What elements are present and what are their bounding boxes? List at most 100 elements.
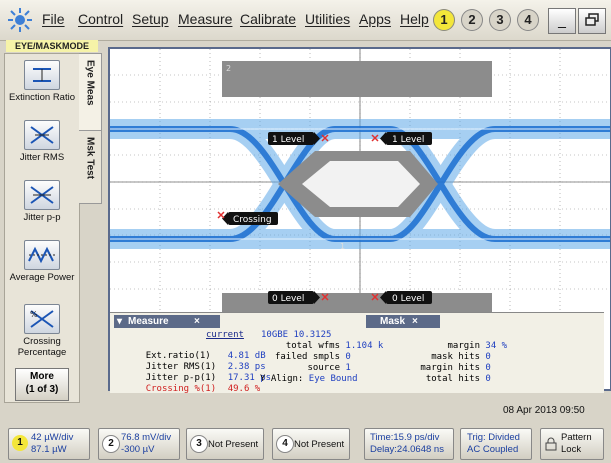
menu-setup[interactable]: Setup bbox=[132, 11, 169, 27]
jitter-pp-label: Jitter p-p bbox=[23, 212, 61, 223]
channel-1-offset: 87.1 µW bbox=[31, 444, 67, 455]
channel-1-settings-button[interactable]: 1 42 µW/div 87.1 µW bbox=[8, 428, 90, 460]
mask-stat-row: failed smpls 0 bbox=[260, 352, 351, 362]
measure-row: Crossing %(1) 49.6 % bbox=[124, 374, 261, 404]
mask-stat-row: mask hits 0 bbox=[408, 352, 491, 362]
channel-3-settings-button[interactable]: 3 Not Present bbox=[186, 428, 264, 460]
lock-label: Lock bbox=[561, 444, 582, 455]
more-label: More bbox=[30, 371, 54, 382]
mask-tab[interactable]: Mask × bbox=[366, 315, 440, 328]
channel-1-badge: 1 bbox=[12, 435, 28, 451]
jitter-pp-button[interactable]: Jitter p-p bbox=[9, 180, 75, 223]
channel-3-badge: 3 bbox=[190, 435, 208, 453]
channel-4-settings-button[interactable]: 4 Not Present bbox=[272, 428, 350, 460]
more-page-label: (1 of 3) bbox=[25, 384, 59, 395]
measurement-panel: ▾ Measure × Mask × current Ext.ratio(1) 4… bbox=[110, 312, 604, 394]
mask-stat-value: 0 bbox=[345, 352, 351, 362]
mask-stat-value: Eye Bound bbox=[308, 374, 358, 384]
mask-stat-label: source bbox=[307, 363, 340, 373]
mask-stat-row: total hits 0 bbox=[408, 374, 491, 384]
mask-stat-label: mask hits bbox=[431, 352, 480, 362]
mask-stat-row: source 1 bbox=[260, 363, 351, 373]
mask-standard: 10GBE 10.3125 bbox=[261, 330, 332, 340]
sun-logo-icon bbox=[8, 8, 32, 32]
tab-msk-test-label: Msk Test bbox=[84, 137, 96, 180]
menu-apps[interactable]: Apps bbox=[359, 11, 391, 27]
mask-stat-row: total wfms 1.104 k bbox=[260, 341, 384, 351]
timebase-button[interactable]: Time:15.9 ps/div Delay:24.0648 ns bbox=[364, 428, 454, 460]
mask-stat-label: Y Align: bbox=[260, 374, 304, 384]
timebase-scale: Time:15.9 ps/div bbox=[370, 432, 440, 443]
average-power-button[interactable]: Average Power bbox=[9, 240, 75, 283]
extinction-ratio-button[interactable]: Extinction Ratio bbox=[9, 60, 75, 103]
trigger-button[interactable]: Trig: Divided AC Coupled bbox=[460, 428, 532, 460]
level1-right-label: 1 Level bbox=[392, 135, 424, 145]
channel-1-button[interactable]: 1 bbox=[433, 9, 455, 31]
mask-stat-row: margin hits 0 bbox=[408, 363, 491, 373]
level0-left-label: 0 Level bbox=[272, 294, 304, 304]
jitter-rms-button[interactable]: Jitter RMS bbox=[9, 120, 75, 163]
channel-2-button[interactable]: 2 bbox=[461, 9, 483, 31]
menu-bar: File Control Setup Measure Calibrate Uti… bbox=[0, 0, 611, 41]
extinction-ratio-icon bbox=[24, 60, 60, 90]
crossing-marker: Crossing bbox=[222, 212, 278, 225]
menu-utilities[interactable]: Utilities bbox=[305, 11, 350, 27]
measure-value: 49.6 % bbox=[227, 384, 261, 394]
channel-2-badge: 2 bbox=[102, 435, 120, 453]
top-mask-label: 2 bbox=[226, 64, 231, 73]
chevron-down-icon: ▾ bbox=[117, 316, 123, 327]
minimize-button[interactable]: _ bbox=[548, 8, 576, 34]
mode-label: EYE/MASKMODE bbox=[6, 40, 98, 52]
datetime: 08 Apr 2013 09:50 bbox=[503, 405, 585, 416]
menu-file[interactable]: File bbox=[42, 11, 65, 27]
measure-tab[interactable]: ▾ Measure × bbox=[114, 315, 220, 328]
lock-icon bbox=[545, 437, 557, 451]
mask-stat-label: total wfms bbox=[285, 341, 340, 351]
pattern-label: Pattern bbox=[561, 432, 592, 443]
mask-stat-label: failed smpls bbox=[274, 352, 340, 362]
status-bar: 1 42 µW/div 87.1 µW 2 76.8 mV/div -300 µ… bbox=[0, 424, 611, 463]
menu-control[interactable]: Control bbox=[78, 11, 123, 27]
measure-name: Crossing %(1) bbox=[145, 384, 217, 394]
measure-toolbar: Extinction Ratio Jitter RMS Jitter p-p A… bbox=[4, 53, 80, 403]
channel-2-scale: 76.8 mV/div bbox=[121, 432, 172, 443]
average-power-icon bbox=[24, 240, 60, 270]
mask-stat-value: 0 bbox=[485, 363, 491, 373]
tab-msk-test[interactable]: Msk Test bbox=[79, 130, 102, 204]
current-header: current bbox=[206, 330, 244, 340]
mask-stat-value: 0 bbox=[485, 352, 491, 362]
channel-3-status: Not Present bbox=[208, 439, 259, 450]
menu-help[interactable]: Help bbox=[400, 11, 429, 27]
extinction-ratio-label: Extinction Ratio bbox=[9, 92, 76, 103]
channel-4-status: Not Present bbox=[294, 439, 345, 450]
crossing-percentage-label: Crossing Percentage bbox=[17, 336, 67, 358]
mask-stat-label: total hits bbox=[425, 374, 480, 384]
mask-stat-value: 0 bbox=[485, 374, 491, 384]
menu-calibrate[interactable]: Calibrate bbox=[240, 11, 296, 27]
menu-measure[interactable]: Measure bbox=[178, 11, 232, 27]
mask-stat-value: 1.104 k bbox=[345, 341, 384, 351]
restore-button[interactable] bbox=[578, 8, 606, 34]
channel-3-button[interactable]: 3 bbox=[489, 9, 511, 31]
level0-right-marker: 0 Level bbox=[380, 291, 432, 304]
close-icon[interactable]: × bbox=[412, 315, 418, 328]
channel-2-offset: -300 µV bbox=[121, 444, 155, 455]
more-button[interactable]: More (1 of 3) bbox=[15, 368, 69, 401]
mask-stat-value: 34 % bbox=[485, 341, 508, 351]
inner-mask-label: 1 bbox=[340, 242, 345, 251]
mask-stat-value: 1 bbox=[345, 363, 351, 373]
crossing-percentage-button[interactable]: % Crossing Percentage bbox=[9, 304, 75, 358]
mask-tab-label: Mask bbox=[380, 316, 406, 327]
pattern-lock-button[interactable]: Pattern Lock bbox=[540, 428, 604, 460]
level1-left-marker: 1 Level bbox=[268, 132, 320, 145]
close-icon[interactable]: × bbox=[194, 315, 200, 328]
channel-1-scale: 42 µW/div bbox=[31, 432, 74, 443]
channel-4-button[interactable]: 4 bbox=[517, 9, 539, 31]
measure-tab-label: Measure bbox=[128, 316, 169, 327]
level0-right-label: 0 Level bbox=[392, 294, 424, 304]
mask-stat-label: margin bbox=[447, 341, 480, 351]
channel-2-settings-button[interactable]: 2 76.8 mV/div -300 µV bbox=[98, 428, 180, 460]
level0-left-marker: 0 Level bbox=[268, 291, 320, 304]
jitter-pp-icon bbox=[24, 180, 60, 210]
trigger-coupling: AC Coupled bbox=[467, 444, 519, 455]
